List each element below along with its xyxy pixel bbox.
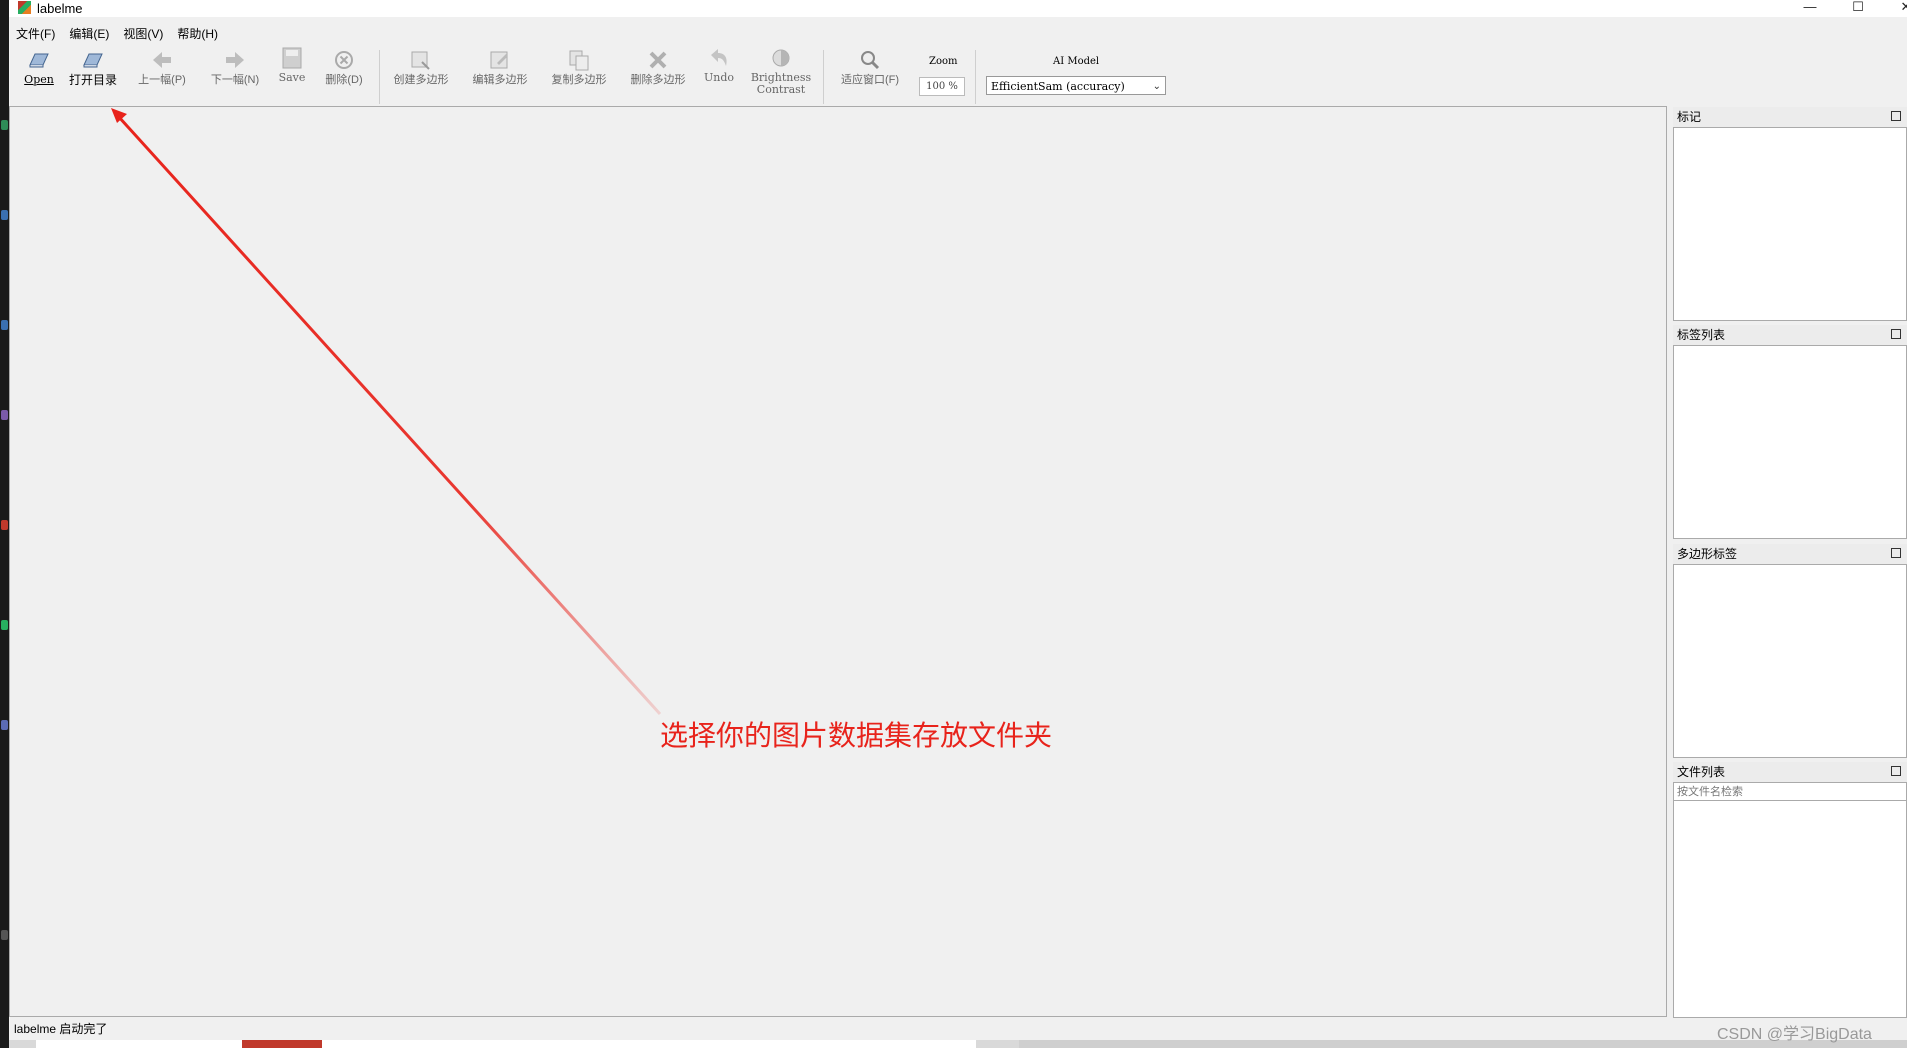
label-list-dock-title: 标签列表: [1673, 325, 1907, 345]
delete-polygon-button[interactable]: 删除多边形: [627, 48, 689, 86]
edit-polygon-button[interactable]: 编辑多边形: [469, 48, 531, 86]
title-bar: labelme — ☐ ✕: [9, 0, 1907, 17]
undo-arrow-icon: [711, 49, 727, 66]
flags-dock: 标记: [1673, 107, 1907, 321]
labelme-app-icon: [18, 1, 31, 14]
zoom-label: Zoom: [929, 56, 958, 67]
open-folder-icon: [83, 53, 103, 68]
desktop-edge: [0, 0, 9, 1048]
delete-circle-icon: [335, 51, 353, 69]
arrow-right-icon: [226, 52, 244, 68]
open-file-icon: [29, 53, 49, 68]
prev-image-button[interactable]: 上一幅(P): [133, 48, 191, 86]
dock-float-icon[interactable]: [1891, 111, 1901, 121]
ai-model-value: EfficientSam (accuracy): [991, 80, 1125, 93]
menu-view[interactable]: 视图(V): [116, 24, 170, 44]
save-disk-icon: [282, 47, 302, 69]
copy-polygon-button[interactable]: 复制多边形: [548, 48, 610, 86]
toolbar-separator: [379, 50, 380, 104]
menu-bar: 文件(F) 编辑(E) 视图(V) 帮助(H): [9, 24, 225, 44]
flags-dock-title: 标记: [1673, 107, 1907, 127]
create-polygon-button[interactable]: 创建多边形: [390, 48, 452, 86]
toolbar-separator: [823, 50, 824, 104]
brightness-contrast-icon: [772, 49, 790, 67]
dock-float-icon[interactable]: [1891, 329, 1901, 339]
toolbar: Open 打开目录 上一幅(P) 下一幅(N) Save 删除(D) 创建多边形…: [9, 46, 1907, 106]
polygon-labels-dock-title: 多边形标签: [1673, 544, 1907, 564]
flags-list[interactable]: [1673, 127, 1907, 321]
ai-model-select[interactable]: EfficientSam (accuracy) ⌄: [986, 76, 1166, 95]
label-list[interactable]: [1673, 345, 1907, 539]
menu-edit[interactable]: 编辑(E): [62, 24, 116, 44]
file-list[interactable]: [1673, 800, 1907, 1018]
ai-model-label: AI Model: [1053, 56, 1100, 67]
undo-button[interactable]: Undo: [704, 46, 734, 84]
annotation-caption: 选择你的图片数据集存放文件夹: [660, 720, 1053, 751]
polygon-labels-list[interactable]: [1673, 564, 1907, 758]
dock-float-icon[interactable]: [1891, 548, 1901, 558]
dock-float-icon[interactable]: [1891, 766, 1901, 776]
file-search-input[interactable]: 按文件名检索: [1673, 782, 1907, 800]
maximize-button[interactable]: ☐: [1835, 0, 1881, 17]
menu-file[interactable]: 文件(F): [9, 24, 62, 44]
minimize-button[interactable]: —: [1787, 0, 1833, 17]
window-title: labelme: [37, 1, 83, 16]
polygon-labels-dock: 多边形标签: [1673, 544, 1907, 758]
image-canvas[interactable]: [9, 106, 1667, 1017]
menu-help[interactable]: 帮助(H): [170, 24, 225, 44]
toolbar-separator: [975, 50, 976, 104]
save-button[interactable]: Save: [277, 46, 307, 84]
close-button[interactable]: ✕: [1883, 0, 1907, 17]
delete-file-button[interactable]: 删除(D): [321, 48, 367, 86]
zoom-input[interactable]: 100 %: [919, 77, 965, 96]
open-button[interactable]: Open: [22, 48, 56, 86]
status-bar: labelme 启动完了: [14, 1022, 108, 1036]
brightness-contrast-button[interactable]: Brightness Contrast: [750, 46, 812, 96]
fit-window-button[interactable]: 适应窗口(F): [834, 48, 906, 86]
taskbar-strip: [9, 1040, 1907, 1048]
file-list-dock: 文件列表 按文件名检索: [1673, 762, 1907, 1018]
edit-pencil-icon: [490, 51, 508, 69]
arrow-left-icon: [153, 52, 171, 68]
csdn-watermark: CSDN @学习BigData: [1717, 1026, 1872, 1043]
delete-x-icon: [649, 51, 667, 69]
label-list-dock: 标签列表: [1673, 325, 1907, 539]
next-image-button[interactable]: 下一幅(N): [206, 48, 264, 86]
open-dir-button[interactable]: 打开目录: [67, 48, 119, 86]
create-polygon-icon: [411, 51, 430, 70]
chevron-down-icon: ⌄: [1152, 81, 1161, 92]
copy-icon: [569, 50, 589, 71]
zoom-fit-icon: [861, 51, 880, 70]
file-list-dock-title: 文件列表: [1673, 762, 1907, 782]
